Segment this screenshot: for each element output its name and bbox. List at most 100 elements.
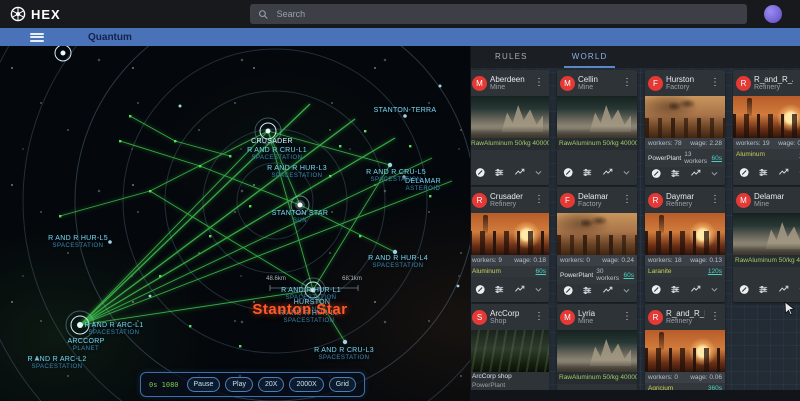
chart-icon[interactable] bbox=[778, 166, 789, 179]
card-crusader[interactable]: RCrusaderRefinery⋮workers: 9wage: 0.18Al… bbox=[470, 187, 549, 302]
chart-icon[interactable] bbox=[690, 283, 701, 296]
kebab-menu-icon[interactable]: ⋮ bbox=[620, 78, 634, 88]
card-actions bbox=[733, 283, 800, 302]
card-subtitle: Factory bbox=[578, 201, 608, 208]
tab-rules[interactable]: RULES bbox=[487, 46, 536, 68]
card-daymar[interactable]: RDaymarRefinery⋮workers: 18wage: 0.13Lar… bbox=[645, 187, 725, 302]
kebab-menu-icon[interactable]: ⋮ bbox=[708, 195, 722, 205]
card-lyria[interactable]: MLyriaMine⋮RawAluminum 50/kg 4000000u: 6… bbox=[557, 304, 637, 401]
sliders-icon[interactable] bbox=[670, 167, 680, 180]
cycle-time-link[interactable]: 60s bbox=[536, 268, 546, 275]
page-title: Quantum bbox=[88, 32, 132, 43]
wage-value: wage: 0.24 bbox=[602, 257, 634, 264]
card-aberdeen[interactable]: MAberdeenMine⋮RawAluminum 50/kg 4000000u… bbox=[470, 70, 549, 185]
workers-count: workers: 19 bbox=[736, 140, 770, 147]
production-info: PowerPlant30 workers60s bbox=[557, 266, 637, 284]
workers-count: workers: 9 bbox=[472, 257, 502, 264]
card-image-refinery bbox=[645, 330, 725, 372]
card-title: Cellin bbox=[578, 75, 598, 84]
card-delamar[interactable]: MDelamarMine⋮RawAluminum 50/kg 4000000u:… bbox=[733, 187, 800, 302]
sliders-icon[interactable] bbox=[582, 284, 592, 297]
chevron-down-icon[interactable] bbox=[622, 285, 631, 296]
sliders-icon[interactable] bbox=[758, 283, 768, 296]
cycle-time-link[interactable]: 60s bbox=[624, 272, 634, 279]
kebab-menu-icon[interactable]: ⋮ bbox=[796, 78, 800, 88]
compass-icon[interactable] bbox=[651, 167, 661, 180]
card-cellin[interactable]: MCellinMine⋮RawAluminum 50/kg 4000000u: … bbox=[557, 70, 637, 185]
map-control-pause[interactable]: Pause bbox=[187, 377, 221, 392]
card-delamar[interactable]: FDelamarFactory⋮workers: 0wage: 0.24Powe… bbox=[557, 187, 637, 302]
topbar: HEX bbox=[0, 0, 800, 28]
chart-icon[interactable] bbox=[778, 283, 789, 296]
compass-icon[interactable] bbox=[739, 283, 749, 296]
production-info: Aluminum60s bbox=[470, 266, 549, 277]
map-label-r-and-r-arc-l2: R AND R ARC-L2SPACESTATION bbox=[27, 355, 86, 372]
card-subtitle: Mine bbox=[490, 84, 525, 91]
card-subtitle: Mine bbox=[754, 201, 784, 208]
sliders-icon[interactable] bbox=[582, 166, 592, 179]
compass-icon[interactable] bbox=[563, 284, 573, 297]
chevron-down-icon[interactable] bbox=[622, 167, 631, 178]
card-header: MLyriaMine⋮ bbox=[557, 304, 637, 330]
kebab-menu-icon[interactable]: ⋮ bbox=[532, 78, 546, 88]
resource-output: RawAluminum 50/kg 4000000u: 27 bbox=[557, 138, 637, 150]
card-r-and-r-hur-l4[interactable]: RR_and_R_HUR_L4Refinery⋮workers: 0wage: … bbox=[645, 304, 725, 401]
compass-icon[interactable] bbox=[563, 166, 573, 179]
chevron-down-icon[interactable] bbox=[534, 284, 543, 295]
card-subtitle: Refinery bbox=[666, 318, 705, 325]
menu-icon[interactable] bbox=[30, 33, 44, 42]
map-control-play[interactable]: Play bbox=[225, 377, 253, 392]
map-control-20x[interactable]: 20X bbox=[258, 377, 284, 392]
sliders-icon[interactable] bbox=[494, 166, 504, 179]
card-hurston[interactable]: FHurstonFactory⋮workers: 78wage: 2.28Pow… bbox=[645, 70, 725, 185]
resource-output: RawAluminum 50/kg 4000000u: 0 bbox=[470, 138, 549, 150]
card-actions bbox=[470, 283, 549, 302]
kebab-menu-icon[interactable]: ⋮ bbox=[620, 195, 634, 205]
chart-icon[interactable] bbox=[514, 166, 525, 179]
wage-value: wage: 0.18 bbox=[514, 257, 546, 264]
map-label-stanton-star: STANTON STARSUN bbox=[272, 209, 329, 226]
map-control-grid[interactable]: Grid bbox=[329, 377, 356, 392]
chevron-down-icon[interactable] bbox=[534, 167, 543, 178]
chevron-down-icon[interactable] bbox=[710, 284, 719, 295]
shop-product: PowerPlant bbox=[470, 381, 549, 390]
user-avatar[interactable] bbox=[764, 5, 782, 23]
worker-stats: workers: 19wage: 0.24 bbox=[733, 138, 800, 149]
search-bar[interactable] bbox=[250, 4, 747, 24]
compass-icon[interactable] bbox=[475, 166, 485, 179]
chevron-down-icon[interactable] bbox=[710, 168, 719, 179]
cycle-time-link[interactable]: 120s bbox=[708, 268, 722, 275]
chart-icon[interactable] bbox=[602, 166, 613, 179]
sliders-icon[interactable] bbox=[494, 283, 504, 296]
map-label-r-and-r-arc-l1: R AND R ARC-L1SPACESTATION bbox=[84, 321, 143, 338]
kebab-menu-icon[interactable]: ⋮ bbox=[708, 312, 722, 322]
type-avatar: M bbox=[736, 193, 751, 208]
tab-world[interactable]: WORLD bbox=[564, 46, 616, 68]
chart-icon[interactable] bbox=[690, 167, 701, 180]
kebab-menu-icon[interactable]: ⋮ bbox=[532, 195, 546, 205]
chart-icon[interactable] bbox=[602, 284, 613, 297]
cycle-time-link[interactable]: 60s bbox=[712, 155, 722, 162]
card-r-and-r-arc-l1[interactable]: RR_and_R_ARC_L1Refinery⋮workers: 19wage:… bbox=[733, 70, 800, 185]
chart-icon[interactable] bbox=[514, 283, 525, 296]
compass-icon[interactable] bbox=[475, 283, 485, 296]
sliders-icon[interactable] bbox=[670, 283, 680, 296]
card-title: R_and_R_ARC_L1 bbox=[754, 75, 793, 84]
kebab-menu-icon[interactable]: ⋮ bbox=[532, 312, 546, 322]
map-control-2000x[interactable]: 2000X bbox=[289, 377, 323, 392]
worker-stats: workers: 0wage: 0.06 bbox=[645, 372, 725, 383]
card-subtitle: Factory bbox=[666, 84, 694, 91]
card-actions bbox=[470, 166, 549, 185]
compass-icon[interactable] bbox=[739, 166, 749, 179]
sliders-icon[interactable] bbox=[758, 166, 768, 179]
stanton-star-label: Stanton Star bbox=[252, 301, 347, 318]
compass-icon[interactable] bbox=[651, 283, 661, 296]
card-subtitle: Mine bbox=[578, 84, 598, 91]
star-map[interactable]: STANTON-TERRACRUSADERR AND R CRU-L1SPACE… bbox=[0, 46, 470, 401]
search-input[interactable] bbox=[275, 8, 739, 20]
kebab-menu-icon[interactable]: ⋮ bbox=[796, 195, 800, 205]
kebab-menu-icon[interactable]: ⋮ bbox=[708, 78, 722, 88]
horizontal-scrollbar[interactable] bbox=[471, 390, 800, 401]
card-arccorp[interactable]: SArcCorpShop⋮ArcCorp shopPowerPlant bbox=[470, 304, 549, 401]
kebab-menu-icon[interactable]: ⋮ bbox=[620, 312, 634, 322]
